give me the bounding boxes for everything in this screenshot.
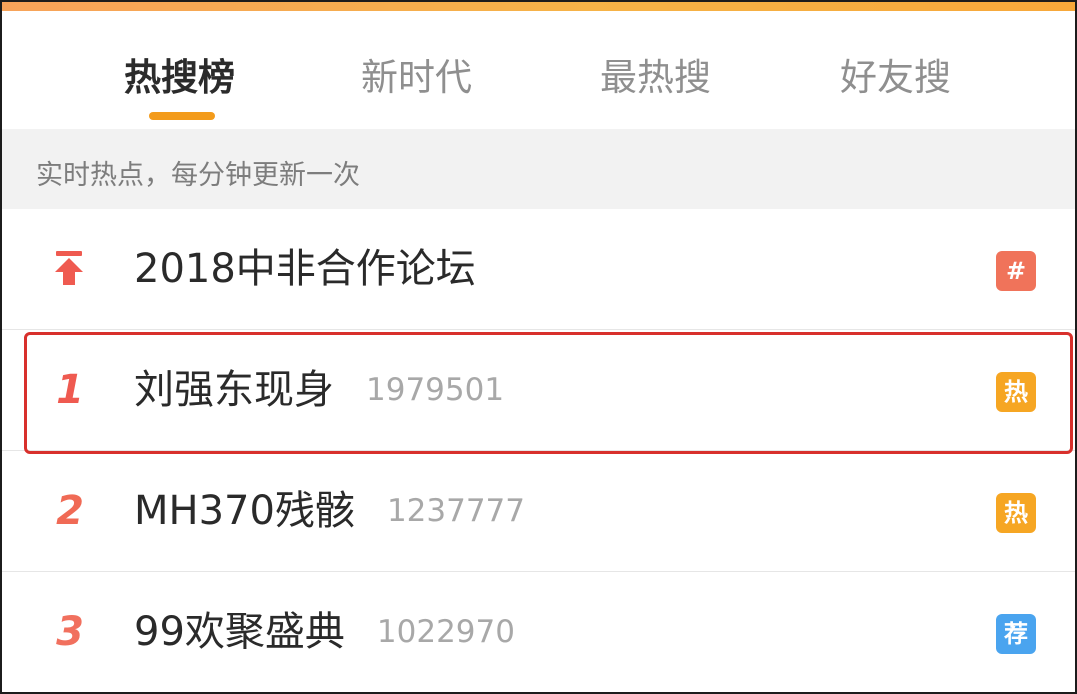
recommend-badge: 荐 bbox=[996, 614, 1036, 654]
list-item[interactable]: 1 刘强东现身 1979501 热 bbox=[2, 330, 1075, 451]
item-count: 1237777 bbox=[386, 493, 525, 529]
item-count: 1022970 bbox=[376, 614, 515, 650]
active-tab-indicator bbox=[149, 112, 215, 120]
hot-search-panel: 热搜榜 新时代 最热搜 好友搜 实时热点，每分钟更新一次 2018中非合作论坛 … bbox=[0, 0, 1077, 694]
tab-friends-search[interactable]: 好友搜 bbox=[840, 47, 951, 99]
item-title: MH370残骸 1237777 bbox=[134, 487, 525, 535]
list-item[interactable]: 3 99欢聚盛典 1022970 荐 bbox=[2, 572, 1075, 692]
topic-badge: # bbox=[996, 251, 1036, 291]
list-subheader: 实时热点，每分钟更新一次 bbox=[2, 129, 1075, 209]
tab-hot-search[interactable]: 热搜榜 bbox=[124, 47, 235, 99]
item-rank: 3 bbox=[56, 609, 84, 655]
list-item[interactable]: 2018中非合作论坛 # bbox=[2, 209, 1075, 330]
item-rank: 2 bbox=[56, 488, 84, 534]
tab-most-searched[interactable]: 最热搜 bbox=[600, 47, 711, 99]
list-item[interactable]: 2 MH370残骸 1237777 热 bbox=[2, 451, 1075, 572]
hot-badge: 热 bbox=[996, 372, 1036, 412]
item-title: 99欢聚盛典 1022970 bbox=[134, 608, 515, 656]
tab-new-era[interactable]: 新时代 bbox=[361, 47, 472, 99]
item-title: 2018中非合作论坛 bbox=[134, 245, 476, 293]
item-title-text: 2018中非合作论坛 bbox=[134, 246, 476, 292]
item-title: 刘强东现身 1979501 bbox=[134, 366, 504, 414]
item-title-text: MH370残骸 bbox=[134, 488, 355, 534]
subheader-text: 实时热点，每分钟更新一次 bbox=[36, 160, 360, 191]
item-title-text: 刘强东现身 bbox=[134, 367, 334, 413]
hot-badge: 热 bbox=[996, 493, 1036, 533]
top-accent-strip bbox=[2, 2, 1075, 11]
tab-bar: 热搜榜 新时代 最热搜 好友搜 bbox=[2, 11, 1075, 129]
item-title-text: 99欢聚盛典 bbox=[134, 609, 345, 655]
pin-top-icon bbox=[55, 251, 83, 285]
item-rank: 1 bbox=[56, 367, 84, 413]
item-count: 1979501 bbox=[366, 372, 505, 408]
